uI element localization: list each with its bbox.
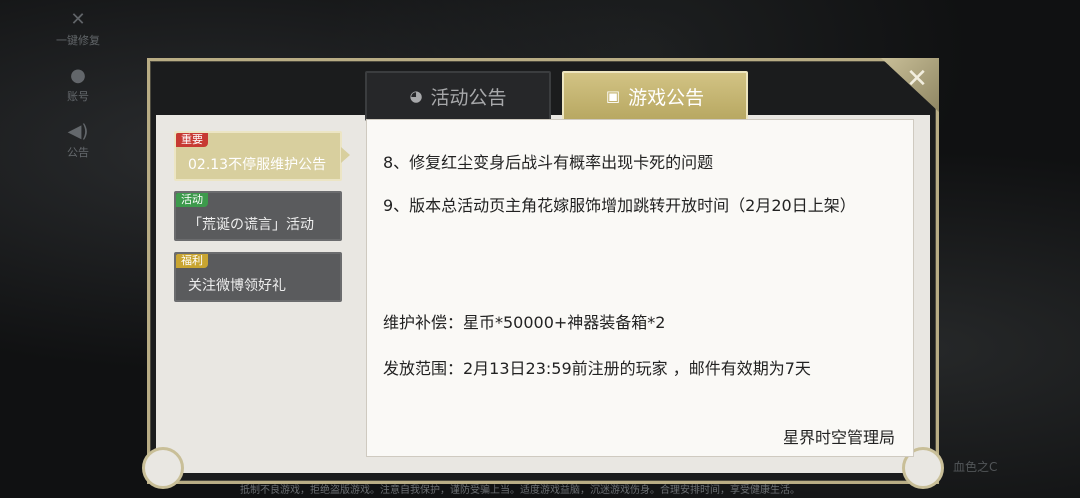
badge-important: 重要 bbox=[176, 133, 208, 147]
brand-watermark: 血色之C bbox=[953, 460, 998, 474]
compensation-line: 维护补偿：星币*50000+神器装备箱*2 bbox=[383, 313, 666, 332]
repair-button[interactable]: ✕ 一键修复 bbox=[50, 10, 106, 48]
announcement-content[interactable]: 8、修复红尘变身后战斗有概率出现卡死的问题 9、版本总活动页主角花嫁服饰增加跳转… bbox=[366, 119, 914, 457]
announcement-button[interactable]: ◀) 公告 bbox=[50, 122, 106, 160]
corner-ornament-left bbox=[142, 447, 184, 489]
list-item-maintenance[interactable]: 重要 02.13不停服维护公告 bbox=[174, 131, 350, 181]
close-icon: ✕ bbox=[906, 64, 928, 94]
account-button[interactable]: ● 账号 bbox=[50, 66, 106, 104]
account-label: 账号 bbox=[67, 90, 89, 103]
side-menu: ✕ 一键修复 ● 账号 ◀) 公告 bbox=[50, 10, 106, 178]
announcement-dialog: ✕ ◕ 活动公告 ▣ 游戏公告 重要 02.13不停服维护公告 活动 「荒诞の谎… bbox=[142, 58, 944, 489]
distribution-line: 发放范围：2月13日23:59前注册的玩家 ，邮件有效期为7天 bbox=[383, 359, 811, 378]
content-line: 9、版本总活动页主角花嫁服饰增加跳转开放时间（2月20日上架） bbox=[383, 196, 856, 215]
person-icon: ● bbox=[70, 65, 86, 86]
wrench-hammer-icon: ✕ bbox=[70, 9, 86, 30]
notice-board-icon: ▣ bbox=[605, 87, 621, 105]
tab-game-label: 游戏公告 bbox=[628, 86, 705, 109]
tab-activity-label: 活动公告 bbox=[430, 86, 507, 109]
bird-icon: ◕ bbox=[409, 87, 423, 105]
announcement-label: 公告 bbox=[67, 146, 89, 159]
list-item-title: 02.13不停服维护公告 bbox=[188, 157, 327, 173]
signature: 星界时空管理局 bbox=[782, 428, 895, 447]
speaker-icon: ◀) bbox=[67, 121, 89, 142]
list-item-weibo[interactable]: 福利 关注微博领好礼 bbox=[174, 252, 342, 302]
tab-game-announcement[interactable]: ▣ 游戏公告 bbox=[562, 71, 748, 121]
badge-activity: 活动 bbox=[176, 193, 208, 207]
list-item-title: 关注微博领好礼 bbox=[188, 278, 286, 294]
list-item-event[interactable]: 活动 「荒诞の谎言」活动 bbox=[174, 191, 342, 241]
badge-welfare: 福利 bbox=[176, 254, 208, 268]
list-item-title: 「荒诞の谎言」活动 bbox=[188, 217, 314, 233]
repair-label: 一键修复 bbox=[56, 34, 100, 47]
close-button[interactable]: ✕ bbox=[900, 63, 934, 97]
tab-activity-announcement[interactable]: ◕ 活动公告 bbox=[365, 71, 551, 121]
content-line: 8、修复红尘变身后战斗有概率出现卡死的问题 bbox=[383, 153, 714, 172]
